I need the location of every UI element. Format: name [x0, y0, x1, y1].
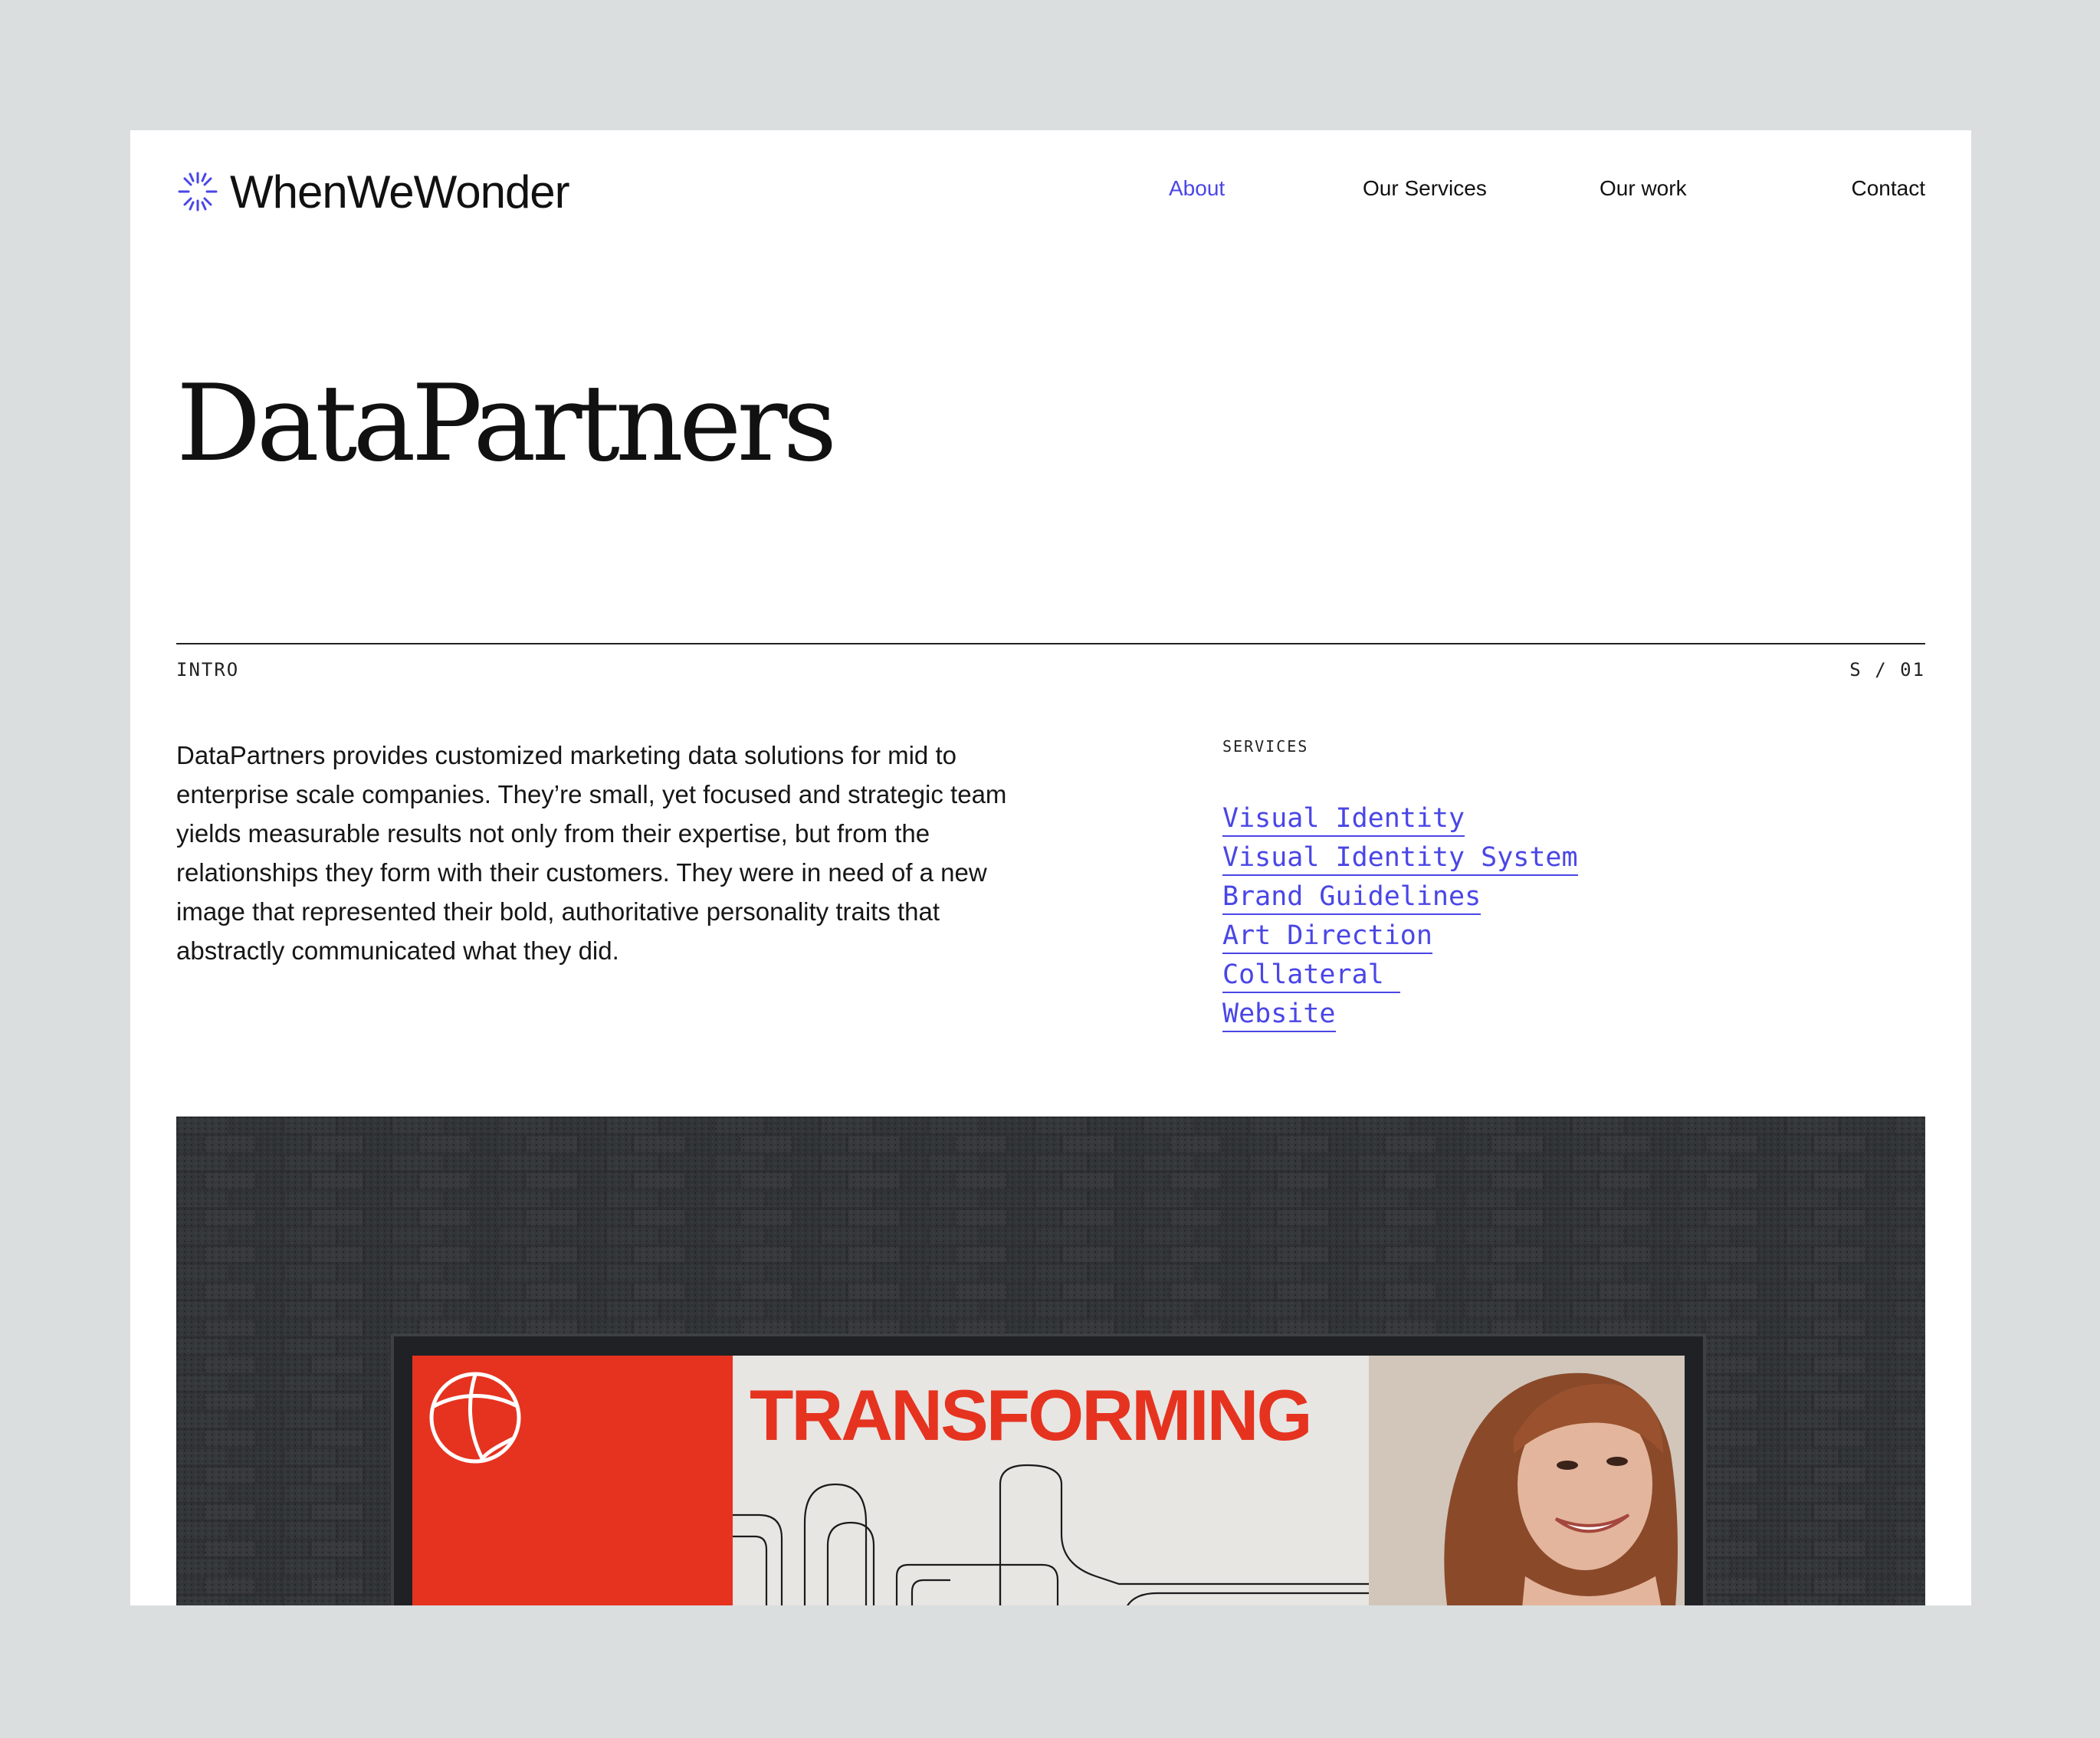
nav-contact[interactable]: Contact [1852, 176, 1926, 201]
list-item: Visual Identity System [1222, 842, 1578, 881]
page-title: DataPartners [176, 362, 837, 485]
list-item: Website [1222, 999, 1578, 1038]
section-index: S / 01 [1849, 659, 1925, 680]
list-item: Visual Identity [1222, 803, 1578, 842]
service-link-visual-identity-system[interactable]: Visual Identity System [1222, 842, 1578, 876]
section-label: INTRO [176, 659, 240, 680]
nav-our-work[interactable]: Our work [1600, 176, 1687, 201]
site-header: WhenWeWonder About Our Services Our work… [176, 153, 1925, 230]
poster-heading: TRANSFORMING [750, 1375, 1311, 1455]
services-list: Visual Identity Visual Identity System B… [1222, 803, 1578, 1038]
services-label: SERVICES [1222, 737, 1309, 756]
main-nav: About Our Services Our work Contact [176, 153, 1925, 230]
section-divider [176, 643, 1925, 644]
intro-paragraph: DataPartners provides customized marketi… [176, 741, 1007, 965]
poster-red-panel [412, 1356, 733, 1605]
service-link-art-direction[interactable]: Art Direction [1222, 920, 1432, 954]
nav-about[interactable]: About [1169, 176, 1225, 201]
nav-our-services[interactable]: Our Services [1363, 176, 1487, 201]
service-link-collateral[interactable]: Collateral [1222, 959, 1400, 993]
service-link-website[interactable]: Website [1222, 999, 1336, 1032]
page: WhenWeWonder About Our Services Our work… [130, 130, 1971, 1605]
billboard-illustration: TRANSFORMING [176, 1117, 1925, 1605]
list-item: Brand Guidelines [1222, 881, 1578, 920]
list-item: Art Direction [1222, 920, 1578, 959]
list-item: Collateral [1222, 959, 1578, 999]
service-link-brand-guidelines[interactable]: Brand Guidelines [1222, 881, 1481, 915]
hero-image: TRANSFORMING [176, 1117, 1925, 1605]
service-link-visual-identity[interactable]: Visual Identity [1222, 803, 1465, 837]
